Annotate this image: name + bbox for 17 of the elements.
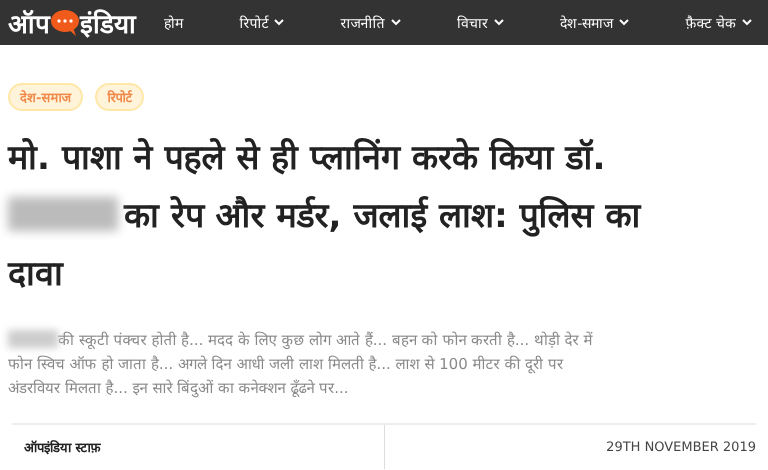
logo-text: इंडिया [80, 8, 136, 40]
headline: दावा [8, 253, 63, 295]
article-excerpt: अंडरवियर मिलता है... इन सारे बिंदुओं का कनेक्शन ढूँढने पर... [8, 378, 349, 397]
logo-text: ऑप [8, 8, 50, 40]
article-excerpt: फोन स्विच ऑफ हो जाता है... अगले दिन आधी जली लाश मिलती है... लाश से 100 मीटर की दूरी पर [8, 354, 563, 373]
headline: का रेप और मर्डर, जलाई लाश: पुलिस का [124, 195, 640, 237]
speech-bubble-icon [50, 8, 80, 36]
publish-date: 29TH NOVEMBER 2019 [606, 440, 756, 454]
author-name[interactable]: ऑपइंडिया स्टाफ़ [12, 438, 101, 456]
nav-link[interactable]: देश-समाज [560, 13, 630, 32]
article-excerpt: की स्कूटी पंक्चर होती है... मदद के लिए कुछ लोग आते हैं... बहन को फोन करती है... थोड़ी देर में [58, 330, 593, 349]
nav-link[interactable]: विचार [456, 13, 504, 32]
headline: मो. पाशा ने पहले से ही प्लानिंग करके किया डॉ. [8, 137, 606, 179]
nav-link[interactable]: रिपोर्ट [239, 13, 284, 32]
nav-link[interactable]: फ़ैक्ट चेक [686, 13, 752, 32]
nav-link[interactable]: राजनीति [340, 13, 401, 32]
nav-link[interactable]: होम [164, 13, 183, 32]
